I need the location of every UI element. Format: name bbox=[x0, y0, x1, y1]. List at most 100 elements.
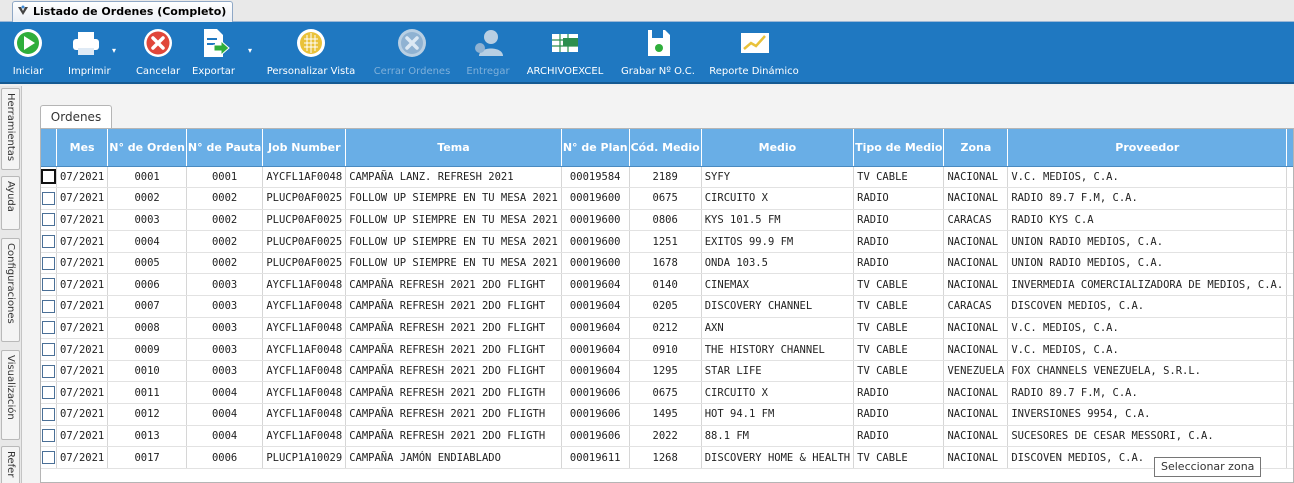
cancelar-button[interactable]: Cancelar bbox=[130, 22, 186, 82]
column-header-no-orden[interactable]: N° de Orden bbox=[107, 129, 187, 167]
tab-ordenes[interactable]: Ordenes bbox=[40, 105, 112, 128]
row-checkbox[interactable] bbox=[42, 364, 55, 378]
cell-medio: EXITOS 99.9 FM bbox=[701, 230, 855, 253]
entregar-label: Entregar bbox=[466, 66, 510, 77]
row-checkbox[interactable] bbox=[41, 169, 56, 185]
cell-proveedor: SUCESORES DE CESAR MESSORI, C.A. bbox=[1007, 425, 1288, 448]
side-tab-herramientas[interactable]: Herramientas bbox=[1, 88, 20, 170]
table-row[interactable]: 07/2021 0002 0002 PLUCP0AF0025 FOLLOW UP SIE… bbox=[41, 187, 1293, 210]
table-row[interactable]: 07/2021 0007 0003 AYCFL1AF0048 CAMPAÑA REFRE… bbox=[41, 295, 1293, 318]
document-tab-title: Listado de Ordenes (Completo) bbox=[33, 5, 227, 18]
cell-no-plan: 00019604 bbox=[561, 317, 630, 340]
table-row[interactable]: 07/2021 0012 0004 AYCFL1AF0048 CAMPAÑA REFRE… bbox=[41, 403, 1293, 426]
row-checkbox[interactable] bbox=[42, 407, 55, 421]
cell-medio: ONDA 103.5 bbox=[701, 252, 855, 275]
cell-no-plan: 00019600 bbox=[561, 209, 630, 232]
side-tab-visualizacion[interactable]: Visualización bbox=[1, 350, 20, 440]
column-header-mes[interactable]: Mes bbox=[56, 129, 109, 167]
cell-cod-medio: 1678 bbox=[629, 252, 702, 275]
table-row[interactable]: 07/2021 0010 0003 AYCFL1AF0048 CAMPAÑA REFRE… bbox=[41, 360, 1293, 383]
column-header-tipo-medio[interactable]: Tipo de Medio bbox=[853, 129, 945, 167]
column-header-job-number[interactable]: Job Number bbox=[262, 129, 347, 167]
deliver-user-icon bbox=[475, 30, 503, 56]
row-checkbox[interactable] bbox=[42, 343, 55, 357]
column-header-medio[interactable]: Medio bbox=[701, 129, 855, 167]
cell-mes: 07/2021 bbox=[56, 317, 109, 340]
column-header-tema[interactable]: Tema bbox=[345, 129, 562, 167]
cell-tipo-medio: TV CABLE bbox=[853, 295, 945, 318]
row-checkbox[interactable] bbox=[42, 256, 55, 270]
column-header-zona[interactable]: Zona bbox=[943, 129, 1009, 167]
iniciar-button[interactable]: Iniciar bbox=[8, 22, 48, 82]
table-row[interactable]: 07/2021 0009 0003 AYCFL1AF0048 CAMPAÑA REFRE… bbox=[41, 338, 1293, 361]
side-tab-ayuda[interactable]: Ayuda bbox=[1, 176, 20, 230]
cell-cod-medio: 1295 bbox=[629, 360, 702, 383]
cell-no-orden: 0007 bbox=[107, 295, 187, 318]
cell-extra bbox=[1286, 166, 1293, 189]
side-tab-refer[interactable]: Refer bbox=[1, 446, 20, 483]
imprimir-button[interactable]: ▾ Imprimir bbox=[62, 22, 118, 82]
entregar-button[interactable]: Entregar bbox=[462, 22, 514, 82]
row-checkbox[interactable] bbox=[42, 235, 55, 249]
cell-extra bbox=[1286, 209, 1293, 232]
column-header-no-plan[interactable]: N° de Plan bbox=[561, 129, 630, 167]
row-checkbox[interactable] bbox=[42, 278, 55, 292]
cell-medio: HOT 94.1 FM bbox=[701, 403, 855, 426]
table-row[interactable]: 07/2021 0004 0002 PLUCP0AF0025 FOLLOW UP SIE… bbox=[41, 230, 1293, 253]
table-row[interactable]: 07/2021 0005 0002 PLUCP0AF0025 FOLLOW UP SIE… bbox=[41, 252, 1293, 275]
reporte-dinamico-button[interactable]: Reporte Dinámico bbox=[704, 22, 804, 82]
column-header-cod-medio[interactable]: Cód. Medio bbox=[629, 129, 702, 167]
imprimir-dropdown-icon[interactable]: ▾ bbox=[112, 46, 116, 55]
main-toolbar: Iniciar ▾ Imprimir Cancelar ▾ Exportar P… bbox=[0, 22, 1294, 84]
row-checkbox[interactable] bbox=[42, 191, 55, 205]
column-header-select[interactable] bbox=[41, 129, 57, 167]
cell-proveedor: UNION RADIO MEDIOS, C.A. bbox=[1007, 230, 1288, 253]
document-app-icon bbox=[18, 5, 28, 15]
table-row[interactable]: 07/2021 0003 0002 PLUCP0AF0025 FOLLOW UP SIE… bbox=[41, 209, 1293, 232]
table-row[interactable]: 07/2021 0001 0001 AYCFL1AF0048 CAMPAÑA LANZ.… bbox=[41, 166, 1293, 189]
cerrar-ordenes-button[interactable]: Cerrar Ordenes bbox=[368, 22, 456, 82]
column-header-no-pauta[interactable]: N° de Pauta bbox=[186, 129, 264, 167]
row-checkbox[interactable] bbox=[42, 386, 55, 400]
cell-zona: NACIONAL bbox=[943, 252, 1009, 275]
archivo-excel-button[interactable]: ARCHIVOEXCEL bbox=[520, 22, 610, 82]
exportar-button[interactable]: ▾ Exportar bbox=[190, 22, 252, 82]
exportar-dropdown-icon[interactable]: ▾ bbox=[248, 46, 252, 55]
cell-cod-medio: 0675 bbox=[629, 381, 702, 405]
cell-proveedor: UNION RADIO MEDIOS, C.A. bbox=[1007, 252, 1288, 275]
grabar-noc-button[interactable]: Grabar Nº O.C. bbox=[614, 22, 702, 82]
cell-proveedor: DISCOVEN MEDIOS, C.A. bbox=[1007, 295, 1288, 318]
cell-proveedor: INVERSIONES 9954, C.A. bbox=[1007, 403, 1288, 426]
cell-tema: FOLLOW UP SIEMPRE EN TU MESA 2021 bbox=[345, 230, 562, 253]
side-tab-label: Ayuda bbox=[5, 181, 16, 212]
row-select-cell bbox=[41, 403, 57, 426]
row-checkbox[interactable] bbox=[42, 299, 55, 313]
cell-proveedor: RADIO 89.7 F.M, C.A. bbox=[1007, 187, 1288, 210]
table-row[interactable]: 07/2021 0013 0004 AYCFL1AF0048 CAMPAÑA REFRE… bbox=[41, 425, 1293, 448]
row-checkbox[interactable] bbox=[42, 451, 55, 465]
cell-job-number: AYCFL1AF0048 bbox=[262, 403, 347, 426]
printer-icon bbox=[73, 32, 99, 55]
personalizar-vista-button[interactable]: Personalizar Vista bbox=[260, 22, 362, 82]
chart-icon bbox=[741, 33, 769, 53]
cell-cod-medio: 2022 bbox=[629, 425, 702, 448]
cell-no-pauta: 0003 bbox=[186, 338, 264, 361]
table-row[interactable]: 07/2021 0008 0003 AYCFL1AF0048 CAMPAÑA REFRE… bbox=[41, 317, 1293, 340]
orders-grid[interactable]: Mes N° de Orden N° de Pauta Job Number Tema N… bbox=[40, 128, 1294, 483]
row-checkbox[interactable] bbox=[42, 213, 55, 227]
table-row[interactable]: 07/2021 0006 0003 AYCFL1AF0048 CAMPAÑA REFRE… bbox=[41, 273, 1293, 297]
table-row[interactable]: 07/2021 0017 0006 PLUCP1A10029 CAMPAÑA JAMÓN… bbox=[41, 446, 1293, 469]
row-checkbox[interactable] bbox=[42, 429, 55, 443]
cell-zona: NACIONAL bbox=[943, 187, 1009, 210]
table-row[interactable]: 07/2021 0011 0004 AYCFL1AF0048 CAMPAÑA REFRE… bbox=[41, 381, 1293, 405]
cell-cod-medio: 2189 bbox=[629, 166, 702, 189]
document-tab[interactable]: Listado de Ordenes (Completo) bbox=[12, 1, 234, 22]
cell-zona: NACIONAL bbox=[943, 446, 1009, 469]
row-checkbox[interactable] bbox=[42, 321, 55, 335]
cell-mes: 07/2021 bbox=[56, 273, 109, 297]
cell-medio: DISCOVERY HOME & HEALTH bbox=[701, 446, 855, 469]
side-tab-configuraciones[interactable]: Configuraciones bbox=[1, 238, 20, 342]
column-header-proveedor[interactable]: Proveedor bbox=[1007, 129, 1288, 167]
row-select-cell bbox=[41, 425, 57, 448]
cell-job-number: PLUCP0AF0025 bbox=[262, 187, 347, 210]
